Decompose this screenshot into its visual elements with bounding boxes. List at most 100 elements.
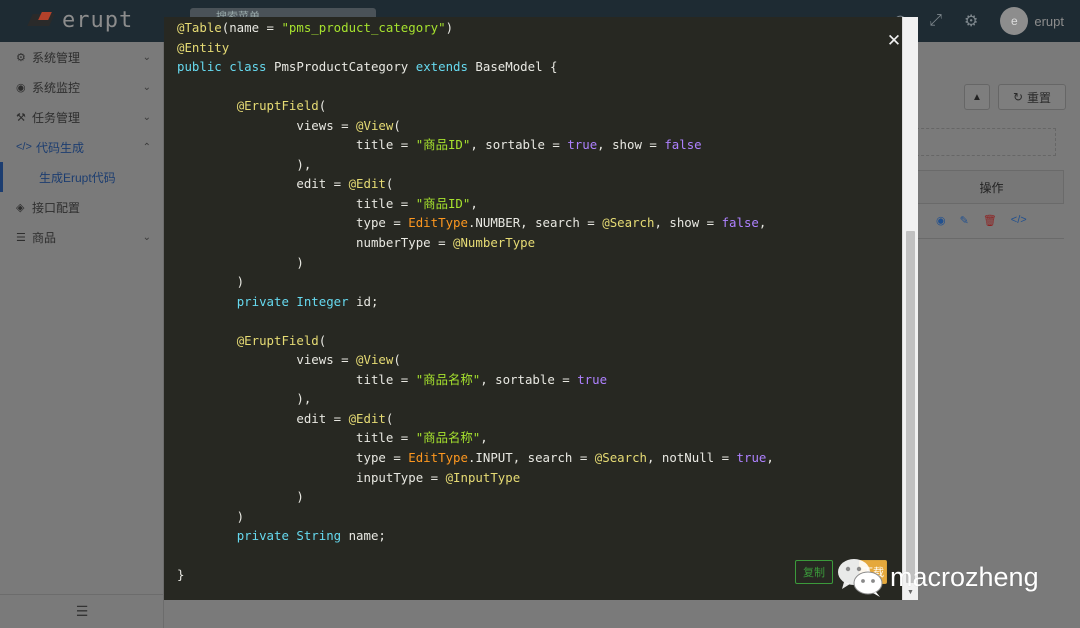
code-token: ) xyxy=(177,489,304,505)
copy-button[interactable]: 复制 xyxy=(795,560,833,584)
code-token: Integer xyxy=(296,293,357,309)
edit-icon[interactable]: ✎ xyxy=(960,214,969,227)
collapse-sidebar-icon[interactable]: ☰ xyxy=(0,594,164,628)
code-token: title = xyxy=(177,195,416,211)
refresh-icon: ↻ xyxy=(1012,90,1024,104)
watermark-text: macrozheng xyxy=(890,561,1039,592)
code-token: BaseModel { xyxy=(475,59,558,75)
sidebar-item-label: 系统监控 xyxy=(32,80,81,95)
sidebar-item-label: 代码生成 xyxy=(36,140,85,155)
code-token: "商品ID" xyxy=(415,195,471,211)
watermark: macrozheng xyxy=(836,555,1039,599)
code-token: edit = xyxy=(177,176,349,192)
code-token: , sortable = xyxy=(470,137,568,153)
code-line: numberType = @NumberType xyxy=(177,233,774,253)
code-line: ), xyxy=(177,155,774,175)
code-token: "pms_product_category" xyxy=(281,20,446,35)
code-token: EditType xyxy=(408,450,468,466)
code-token: @Search xyxy=(602,215,655,231)
code-token: ) xyxy=(177,508,245,524)
sidebar-item-codegen[interactable]: </> 代码生成 ⌃ xyxy=(0,132,163,162)
search-area xyxy=(916,128,1056,156)
fullscreen-icon[interactable]: ⤢ xyxy=(929,12,942,30)
code-token: true xyxy=(736,450,767,466)
monitor-icon: ◉ xyxy=(16,81,26,94)
code-token: false xyxy=(721,215,759,231)
code-token: "商品名称" xyxy=(415,371,481,387)
close-icon[interactable]: ✕ xyxy=(886,32,902,49)
wechat-logo-icon xyxy=(838,559,883,597)
code-line: private String name; xyxy=(177,526,774,546)
code-token: @Search xyxy=(594,450,647,466)
collapse-search-button[interactable]: ▲ xyxy=(964,84,990,110)
code-line: private Integer id; xyxy=(177,292,774,312)
reset-button[interactable]: ↻ 重置 xyxy=(998,84,1066,110)
code-line: title = "商品名称", sortable = true xyxy=(177,370,774,390)
code-line: ) xyxy=(177,272,774,292)
code-token: ( xyxy=(385,410,394,426)
gears-icon: ⚙ xyxy=(16,51,26,64)
code-token: , sortable = xyxy=(480,371,578,387)
chevron-down-icon: ⌄ xyxy=(142,51,151,63)
tasks-icon: ⚒ xyxy=(16,111,26,124)
sidebar-item-monitor[interactable]: ◉ 系统监控 ⌄ xyxy=(0,72,163,102)
code-token: .INPUT, search = xyxy=(467,450,595,466)
brand-name: erupt xyxy=(62,8,134,33)
code-token: inputType = xyxy=(177,469,446,485)
code-line: ), xyxy=(177,389,774,409)
code-token: , xyxy=(766,450,774,466)
code-token: views = xyxy=(177,117,357,133)
code-token: , show = xyxy=(654,215,722,231)
sidebar-item-label: 系统管理 xyxy=(32,50,81,65)
code-line: edit = @Edit( xyxy=(177,174,774,194)
sidebar-item-label: 任务管理 xyxy=(32,110,81,125)
table-header-actions: 操作 xyxy=(916,170,1064,204)
delete-icon[interactable]: 🗑 xyxy=(983,214,997,227)
code-line: title = "商品名称", xyxy=(177,428,774,448)
divider xyxy=(916,238,1064,239)
code-token: @EruptField xyxy=(236,332,319,348)
code-token: @NumberType xyxy=(453,235,536,251)
sidebar-item-product[interactable]: ☰ 商品 ⌄ xyxy=(0,222,163,252)
code-line: views = @View( xyxy=(177,350,774,370)
avatar[interactable]: e xyxy=(1000,7,1029,35)
sidebar: ⚙ 系统管理 ⌄ ◉ 系统监控 ⌄ ⚒ 任务管理 ⌄ </> 代码生成 ⌃ 生成… xyxy=(0,42,164,628)
sidebar-item-tasks[interactable]: ⚒ 任务管理 ⌄ xyxy=(0,102,163,132)
sidebar-item-system[interactable]: ⚙ 系统管理 ⌄ xyxy=(0,42,163,72)
view-icon[interactable]: ◉ xyxy=(936,214,946,227)
code-token: ) xyxy=(177,274,245,290)
code-token: ), xyxy=(177,391,312,407)
code-token: title = xyxy=(177,137,416,153)
row-actions: ◉ ✎ 🗑 </> xyxy=(936,214,1027,227)
code-token: "商品ID" xyxy=(415,137,471,153)
code-token: , xyxy=(480,430,488,446)
code-token: views = xyxy=(177,352,357,368)
code-icon[interactable]: </> xyxy=(1011,214,1027,227)
code-token: type = xyxy=(177,215,409,231)
code-line: inputType = @InputType xyxy=(177,468,774,488)
code-token: name; xyxy=(348,528,386,544)
top-icons: ◎ ⤢ ⚙ e erupt xyxy=(893,7,1064,35)
modal-scrollbar[interactable]: ▼ xyxy=(902,17,918,600)
chevron-down-icon: ⌄ xyxy=(142,81,151,93)
brand-logo[interactable]: erupt xyxy=(30,8,133,33)
code-token: ( xyxy=(393,117,401,133)
scrollbar-thumb[interactable] xyxy=(906,231,915,583)
code-line: title = "商品ID", xyxy=(177,194,774,214)
sidebar-subitem-generate-erupt[interactable]: 生成Erupt代码 xyxy=(0,162,163,192)
code-line: ) xyxy=(177,253,774,273)
gear-icon[interactable]: ⚙ xyxy=(964,11,978,31)
code-token: @Table xyxy=(177,20,222,35)
user-name[interactable]: erupt xyxy=(1034,14,1064,29)
code-token: public class xyxy=(177,59,274,75)
list-icon: ☰ xyxy=(16,231,26,244)
sidebar-item-api-config[interactable]: ◈ 接口配置 xyxy=(0,192,163,222)
code-token: String xyxy=(296,528,349,544)
code-line: @Table(name = "pms_product_category") xyxy=(177,18,774,38)
